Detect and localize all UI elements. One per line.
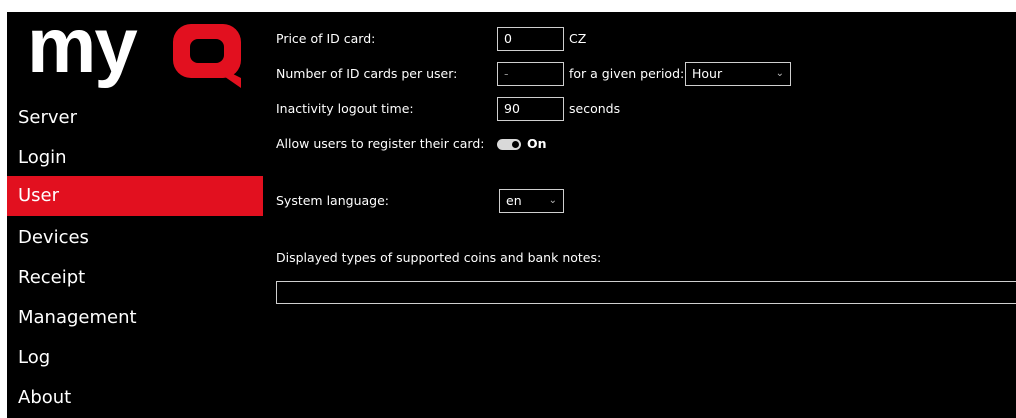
svg-text:my: my — [27, 14, 137, 89]
language-select[interactable]: en ⌄ — [499, 189, 564, 213]
cards-per-user-input[interactable]: - — [497, 62, 564, 86]
coins-label: Displayed types of supported coins and b… — [276, 250, 602, 265]
price-unit: CZ — [569, 31, 587, 46]
chevron-down-icon: ⌄ — [775, 68, 784, 79]
price-input[interactable]: 0 — [497, 27, 564, 51]
sidebar-item-about[interactable]: About — [7, 378, 263, 418]
period-select-value: Hour — [692, 66, 723, 81]
inactivity-input[interactable]: 90 — [497, 97, 564, 121]
sidebar-item-receipt[interactable]: Receipt — [7, 258, 263, 298]
sidebar-item-login[interactable]: Login — [7, 138, 263, 178]
sidebar-item-log[interactable]: Log — [7, 338, 263, 378]
myq-logo: my — [27, 14, 241, 89]
sidebar-item-server[interactable]: Server — [7, 98, 263, 138]
chevron-down-icon: ⌄ — [548, 195, 557, 206]
price-label: Price of ID card: — [276, 31, 376, 46]
inactivity-label: Inactivity logout time: — [276, 101, 414, 116]
app-window: my Server Login User Devices Receipt Man… — [7, 12, 1016, 418]
register-card-toggle[interactable] — [497, 139, 521, 150]
period-select[interactable]: Hour ⌄ — [685, 62, 791, 86]
register-card-state: On — [527, 136, 547, 151]
sidebar: my Server Login User Devices Receipt Man… — [7, 12, 263, 418]
sidebar-item-management[interactable]: Management — [7, 298, 263, 338]
cards-per-user-label: Number of ID cards per user: — [276, 66, 458, 81]
language-select-value: en — [506, 193, 522, 208]
toggle-knob — [512, 141, 519, 148]
inactivity-unit: seconds — [569, 101, 621, 116]
sidebar-item-devices[interactable]: Devices — [7, 218, 263, 258]
register-card-label: Allow users to register their card: — [276, 136, 485, 151]
sidebar-item-user[interactable]: User — [7, 176, 263, 216]
period-label: for a given period: — [569, 66, 685, 81]
system-language-label: System language: — [276, 193, 389, 208]
coins-input[interactable] — [276, 281, 1016, 304]
q-logo-mark — [173, 24, 241, 88]
